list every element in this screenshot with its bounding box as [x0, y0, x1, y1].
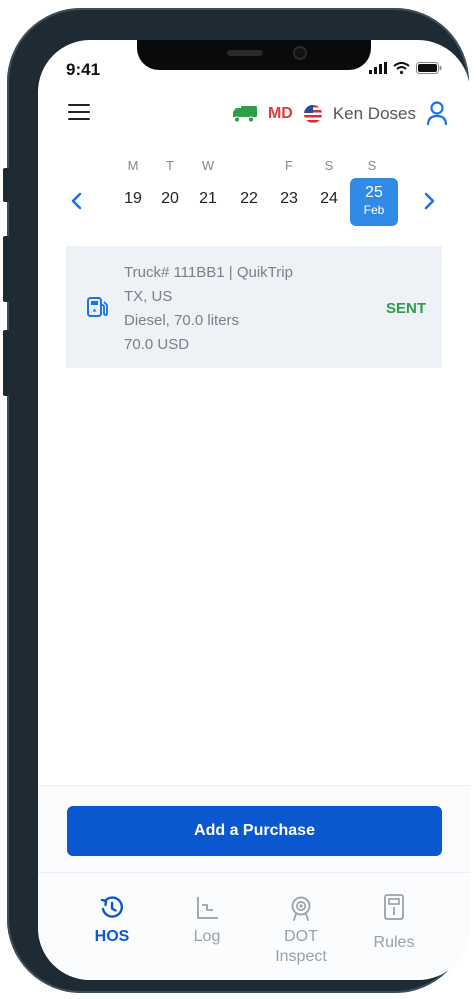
notch	[137, 40, 371, 70]
purchase-amount: 70.0 USD	[124, 336, 190, 353]
tab-label: HOS	[94, 928, 130, 945]
tab-label: Rules	[373, 934, 415, 951]
weekday-label: S	[367, 158, 377, 173]
tab-dot-inspect[interactable]: DOT Inspect	[256, 873, 346, 967]
log-chart-icon	[197, 897, 218, 919]
tab-label: DOT Inspect	[256, 927, 346, 967]
weekday-label: T	[166, 158, 174, 173]
battery-icon	[416, 62, 442, 74]
chevron-right-icon[interactable]	[420, 188, 438, 214]
silent-switch	[3, 168, 9, 202]
phone-frame: 9:41 MD Ken Doses M T W F S S 19 20 21 2…	[3, 8, 470, 993]
speaker	[227, 50, 263, 56]
status-icons	[369, 62, 442, 74]
calendar-day[interactable]: 19	[118, 190, 148, 208]
app-header: MD Ken Doses	[38, 98, 470, 130]
status-time: 9:41	[66, 60, 101, 79]
tab-hos[interactable]: HOS	[67, 873, 157, 947]
tab-label: Log	[193, 928, 221, 945]
volume-down-button	[3, 330, 9, 396]
signal-icon	[369, 62, 387, 74]
tab-label-line: DOT	[284, 928, 318, 945]
purchase-card[interactable]: Truck# 111BB1 | QuikTrip TX, US Diesel, …	[66, 246, 442, 368]
wifi-icon	[393, 62, 410, 74]
weekday-label: F	[285, 158, 293, 173]
driver-name: Ken Doses	[332, 104, 416, 123]
clock-history-icon	[100, 896, 123, 918]
purchase-location: TX, US	[124, 288, 173, 305]
add-purchase-button[interactable]: Add a Purchase	[67, 806, 442, 856]
volume-up-button	[3, 236, 9, 302]
week-calendar: M T W F S S 19 20 21 22 23 24	[38, 158, 470, 228]
purchase-truck-line: Truck# 111BB1 | QuikTrip	[124, 264, 293, 281]
user-icon[interactable]	[426, 101, 448, 127]
tab-bar: HOS Log DOT Inspect Rules	[38, 872, 470, 980]
tab-label-line: Inspect	[275, 948, 327, 965]
weekday-label: S	[324, 158, 334, 173]
calendar-day[interactable]: 20	[155, 190, 185, 208]
hamburger-menu-icon[interactable]	[68, 104, 90, 122]
state-code: MD	[267, 105, 293, 122]
tab-log[interactable]: Log	[162, 873, 252, 947]
header-right: MD Ken Doses	[232, 98, 448, 130]
document-icon	[384, 894, 404, 920]
selected-day[interactable]: 25 Feb	[350, 178, 398, 226]
selected-day-number: 25	[365, 184, 383, 201]
tab-rules[interactable]: Rules	[349, 873, 439, 953]
purchase-status-badge: SENT	[385, 300, 426, 317]
weekday-label: W	[201, 158, 215, 173]
us-flag-icon[interactable]	[303, 104, 323, 124]
truck-icon[interactable]	[232, 105, 258, 123]
calendar-day[interactable]: 21	[193, 190, 223, 208]
camera	[293, 46, 307, 60]
fuel-pump-icon	[87, 297, 108, 317]
chevron-left-icon[interactable]	[68, 188, 86, 214]
calendar-day[interactable]: 24	[314, 190, 344, 208]
weekday-label: M	[127, 158, 139, 173]
calendar-day[interactable]: 22	[234, 190, 264, 208]
selected-day-month: Feb	[363, 203, 385, 217]
app-screen: 9:41 MD Ken Doses M T W F S S 19 20 21 2…	[38, 40, 470, 980]
purchase-fuel: Diesel, 70.0 liters	[124, 312, 240, 329]
calendar-day[interactable]: 23	[274, 190, 304, 208]
inspection-badge-icon	[291, 896, 311, 921]
